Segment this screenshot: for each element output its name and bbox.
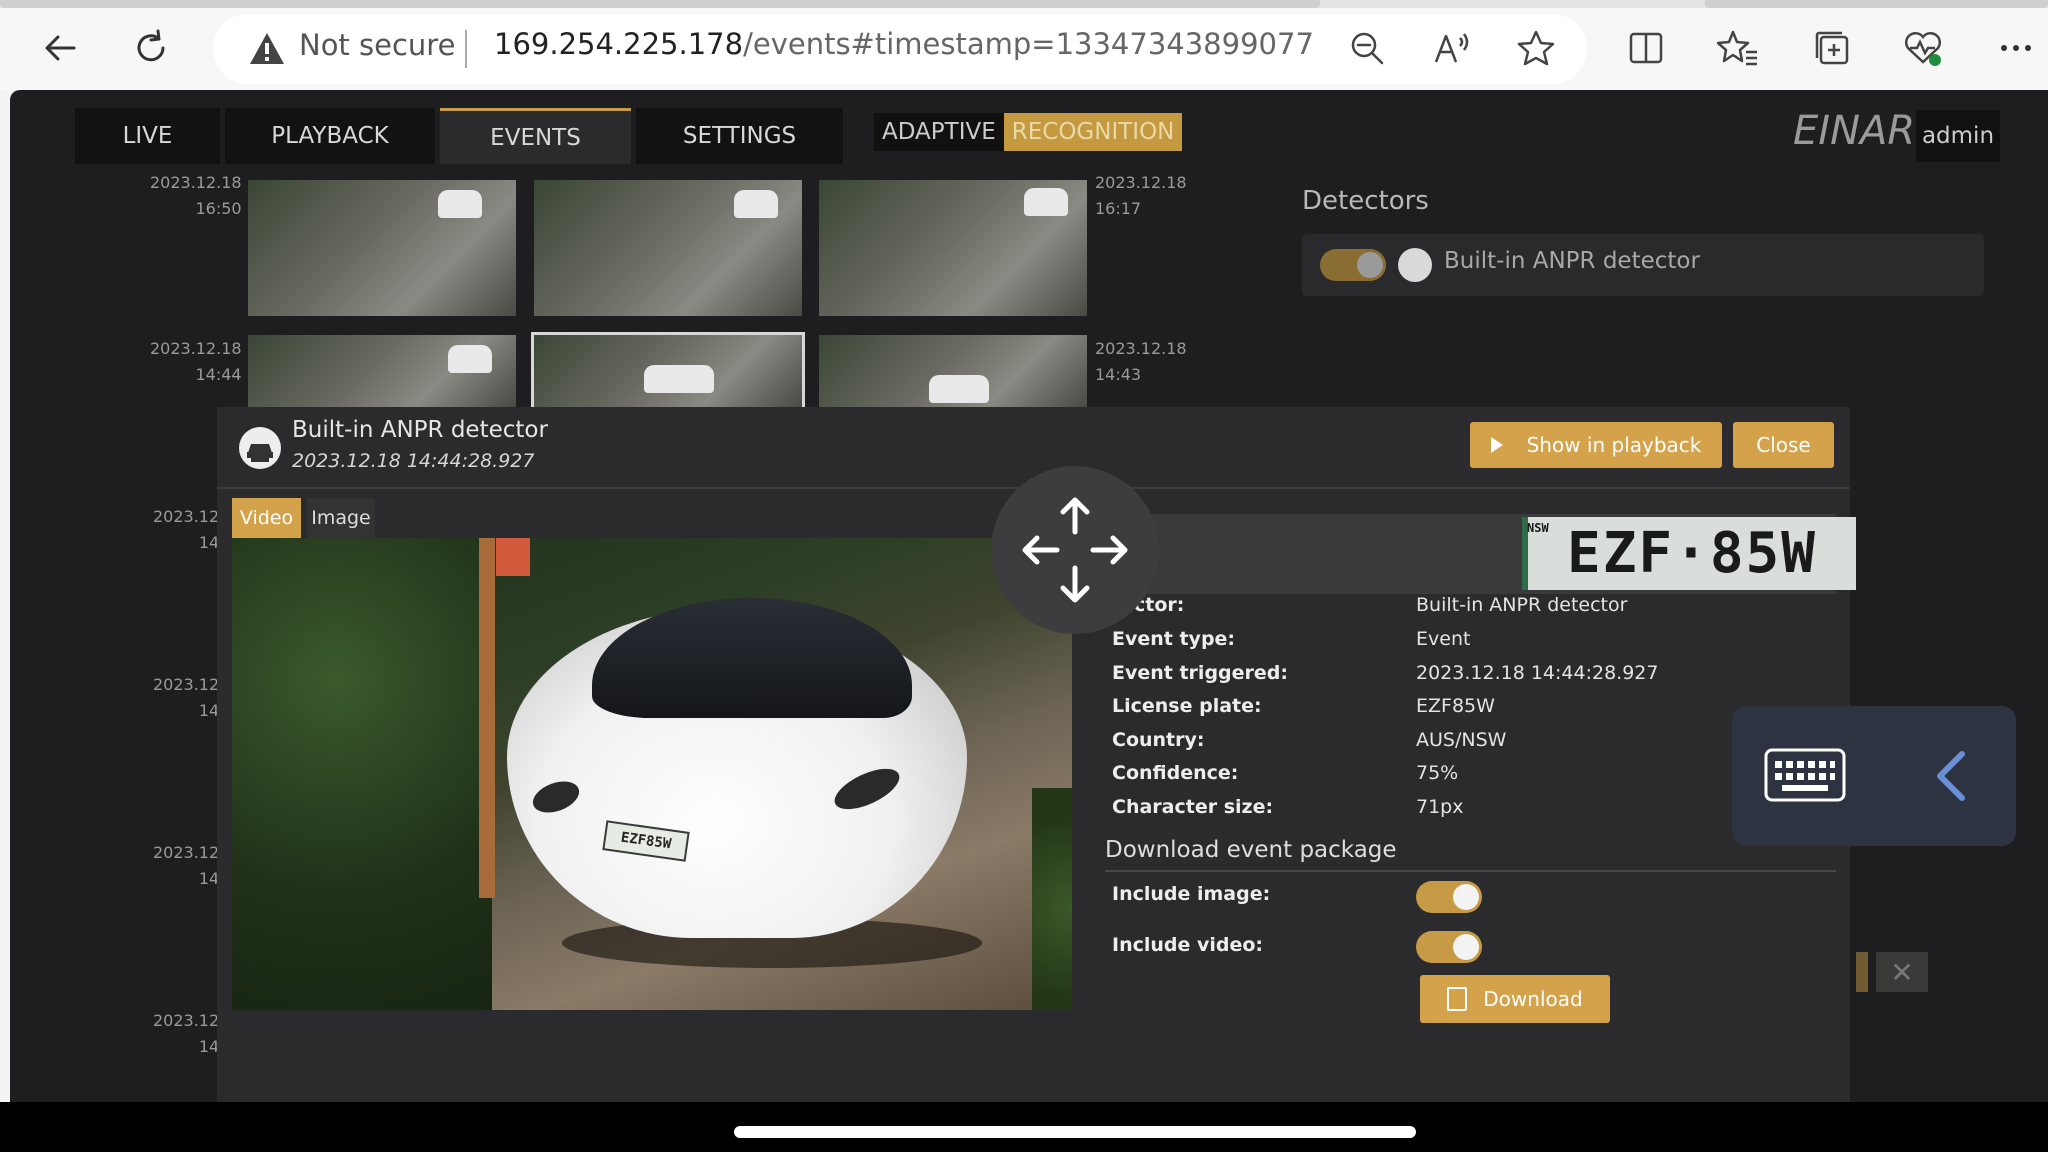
logo-part-recognition: RECOGNITION (1003, 113, 1183, 151)
screen: Not secure 169.254.225.178/events#timest… (0, 0, 2048, 1152)
detail-key: License plate: (1112, 695, 1262, 717)
detail-key: Country: (1112, 729, 1205, 751)
detail-value: Built-in ANPR detector (1416, 594, 1628, 616)
plate-state: NSW (1527, 521, 1549, 535)
split-screen-icon[interactable] (1622, 24, 1670, 72)
include-image-label: Include image: (1112, 883, 1271, 905)
detectors-heading: Detectors (1302, 186, 1429, 216)
event-video[interactable]: EZF85W (232, 538, 1072, 1010)
refresh-icon[interactable] (127, 24, 175, 72)
background-button[interactable] (1856, 952, 1868, 992)
url-path: /events#timestamp=13347343899077 (743, 27, 1314, 61)
tab-live[interactable]: LIVE (75, 108, 220, 164)
download-package-icon (1447, 987, 1468, 1011)
detail-key: Character size: (1112, 796, 1274, 818)
security-label[interactable]: Not secure (299, 28, 455, 62)
favorite-star-icon[interactable] (1512, 24, 1560, 72)
browser-tab[interactable] (1705, 0, 2048, 8)
event-thumbnail[interactable] (534, 180, 802, 316)
show-in-playback-button[interactable]: Show in playback (1470, 422, 1722, 468)
address-separator (465, 30, 467, 68)
event-timestamp: 2023.12.18 16:50 (150, 173, 242, 218)
detail-value: 71px (1416, 796, 1464, 818)
main-nav: LIVE PLAYBACK EVENTS SETTINGS (75, 108, 848, 166)
play-icon (1490, 437, 1503, 453)
adaptive-recognition-logo: ADAPTIVE RECOGNITION (874, 113, 1183, 151)
event-timestamp: 2023.12.18 14:44 (150, 339, 242, 384)
tab-strip (0, 0, 2048, 8)
tab-events[interactable]: EVENTS (440, 108, 631, 164)
modal-title: Built-in ANPR detector (292, 417, 548, 443)
detail-value: 2023.12.18 14:44:28.927 (1416, 662, 1659, 684)
include-video-toggle[interactable] (1416, 931, 1482, 963)
tab-image[interactable]: Image (307, 498, 375, 538)
anpr-detector-icon (239, 427, 281, 469)
divider (1105, 870, 1836, 872)
event-timestamp: 2023.12 14 (153, 675, 220, 720)
detail-key: Event triggered: (1112, 662, 1288, 684)
detail-key: Confidence: (1112, 762, 1239, 784)
chevron-left-icon[interactable] (1932, 750, 1972, 802)
keyboard-icon[interactable] (1764, 748, 1846, 802)
tab-settings[interactable]: SETTINGS (636, 108, 843, 164)
detail-value: 75% (1416, 762, 1459, 784)
side-control-panel (1732, 706, 2016, 846)
warning-icon[interactable] (248, 30, 286, 68)
url-text[interactable]: 169.254.225.178/events#timestamp=1334734… (494, 27, 1314, 61)
detail-value: EZF85W (1416, 695, 1495, 717)
home-indicator[interactable] (734, 1126, 1416, 1138)
modal-timestamp: 2023.12.18 14:44:28.927 (292, 450, 535, 472)
favorites-icon[interactable] (1714, 24, 1762, 72)
close-button[interactable]: Close (1733, 422, 1834, 468)
event-thumbnail[interactable] (248, 335, 516, 407)
zoom-out-icon[interactable] (1343, 24, 1391, 72)
event-timestamp: 2023.12.18 16:17 (1095, 173, 1187, 218)
detector-row[interactable]: Built-in ANPR detector (1302, 234, 1984, 296)
health-icon[interactable] (1899, 24, 1947, 72)
download-button[interactable]: Download (1420, 975, 1610, 1023)
include-image-toggle[interactable] (1416, 881, 1482, 913)
detector-toggle[interactable] (1320, 249, 1386, 281)
event-thumbnail-selected[interactable] (531, 332, 805, 410)
detector-label: Built-in ANPR detector (1444, 248, 1700, 274)
event-thumbnail[interactable] (248, 180, 516, 316)
url-host: 169.254.225.178 (494, 27, 744, 61)
anpr-detector-icon (1398, 248, 1432, 282)
back-icon[interactable] (36, 24, 84, 72)
user-menu[interactable]: admin (1916, 110, 2000, 162)
detail-value: Event (1416, 628, 1471, 650)
event-timestamp: 2023.12 14 (153, 1011, 220, 1056)
tab-video[interactable]: Video (232, 498, 301, 538)
event-thumbnail[interactable] (819, 335, 1087, 407)
move-arrows-icon[interactable] (991, 466, 1159, 634)
read-aloud-icon[interactable] (1428, 24, 1476, 72)
plate-crop-image: EZF·85W (1522, 517, 1856, 590)
browser-toolbar: Not secure 169.254.225.178/events#timest… (0, 0, 2048, 90)
collections-icon[interactable] (1808, 24, 1856, 72)
include-video-label: Include video: (1112, 934, 1264, 956)
event-thumbnail[interactable] (819, 180, 1087, 316)
brand-logo: EINAR (1793, 108, 1916, 154)
more-icon[interactable] (1992, 24, 2040, 72)
event-timestamp: 2023.12.18 14:43 (1095, 339, 1187, 384)
event-timestamp: 2023.12 14 (153, 843, 220, 888)
detail-value: AUS/NSW (1416, 729, 1507, 751)
logo-part-adaptive: ADAPTIVE (874, 113, 1004, 151)
tab-playback[interactable]: PLAYBACK (225, 108, 435, 164)
background-delete-icon[interactable]: ✕ (1876, 952, 1928, 992)
download-heading: Download event package (1105, 837, 1397, 863)
browser-tab[interactable] (0, 0, 1320, 8)
event-timestamp: 2023.12 14 (153, 507, 220, 552)
